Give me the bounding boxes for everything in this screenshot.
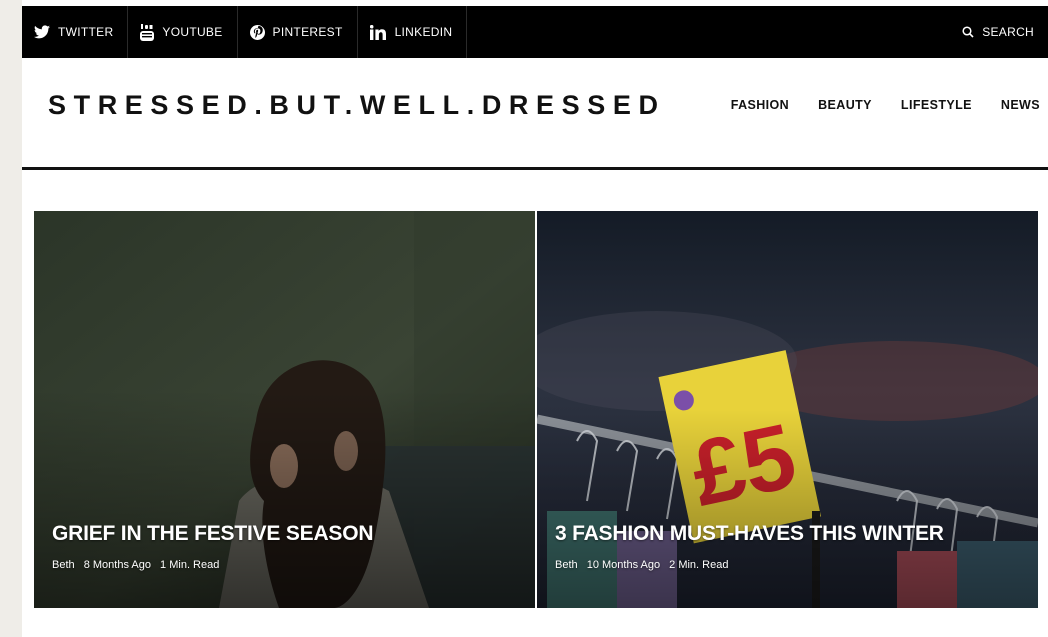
social-label-youtube: YOUTUBE <box>162 25 223 39</box>
nav-item-news[interactable]: NEWS <box>1001 98 1040 112</box>
post-image-grief <box>34 211 535 608</box>
post-title[interactable]: GRIEF IN THE FESTIVE SEASON <box>52 522 374 546</box>
post-title[interactable]: 3 FASHION MUST-HAVES THIS WINTER <box>555 522 944 546</box>
nav-item-beauty[interactable]: BEAUTY <box>818 98 872 112</box>
social-link-linkedin[interactable]: LINKEDIN <box>358 6 468 58</box>
search-label: SEARCH <box>982 25 1034 39</box>
post-read-time: 1 Min. Read <box>160 559 220 571</box>
post-card-grief[interactable]: GRIEF IN THE FESTIVE SEASON Beth 8 Month… <box>34 211 535 608</box>
main-nav: FASHION BEAUTY LIFESTYLE NEWS <box>731 98 1040 112</box>
post-image-fashion: £5 <box>537 211 1038 608</box>
social-link-pinterest[interactable]: PINTEREST <box>238 6 358 58</box>
social-label-twitter: TWITTER <box>58 25 114 39</box>
post-meta: Beth 10 Months Ago 2 Min. Read <box>555 559 734 571</box>
post-author[interactable]: Beth <box>555 559 578 571</box>
site-logo[interactable]: STRESSED.BUT.WELL.DRESSED <box>48 90 666 121</box>
linkedin-icon <box>369 24 387 40</box>
social-bar: TWITTER YOUTUBE PINTEREST LINKEDIN SEARC… <box>22 6 1048 58</box>
search-icon <box>962 26 974 38</box>
post-author[interactable]: Beth <box>52 559 75 571</box>
post-time: 8 Months Ago <box>83 559 151 571</box>
twitter-icon <box>34 25 50 39</box>
youtube-icon <box>140 23 155 41</box>
nav-item-fashion[interactable]: FASHION <box>731 98 789 112</box>
nav-item-lifestyle[interactable]: LIFESTYLE <box>901 98 972 112</box>
post-time: 10 Months Ago <box>586 559 661 571</box>
search-button[interactable]: SEARCH <box>962 6 1034 58</box>
featured-posts: GRIEF IN THE FESTIVE SEASON Beth 8 Month… <box>34 211 1038 608</box>
page: TWITTER YOUTUBE PINTEREST LINKEDIN SEARC… <box>22 0 1048 637</box>
post-card-fashion[interactable]: £5 3 FASHION MUST-HAVES THIS WINTER Beth… <box>537 211 1038 608</box>
post-read-time: 2 Min. Read <box>669 559 729 571</box>
social-link-youtube[interactable]: YOUTUBE <box>128 6 238 58</box>
social-label-pinterest: PINTEREST <box>272 25 343 39</box>
pinterest-icon <box>249 24 265 40</box>
social-label-linkedin: LINKEDIN <box>394 25 453 39</box>
site-header: STRESSED.BUT.WELL.DRESSED FASHION BEAUTY… <box>22 58 1048 170</box>
post-meta: Beth 8 Months Ago 1 Min. Read <box>52 559 225 571</box>
social-link-twitter[interactable]: TWITTER <box>22 6 129 58</box>
